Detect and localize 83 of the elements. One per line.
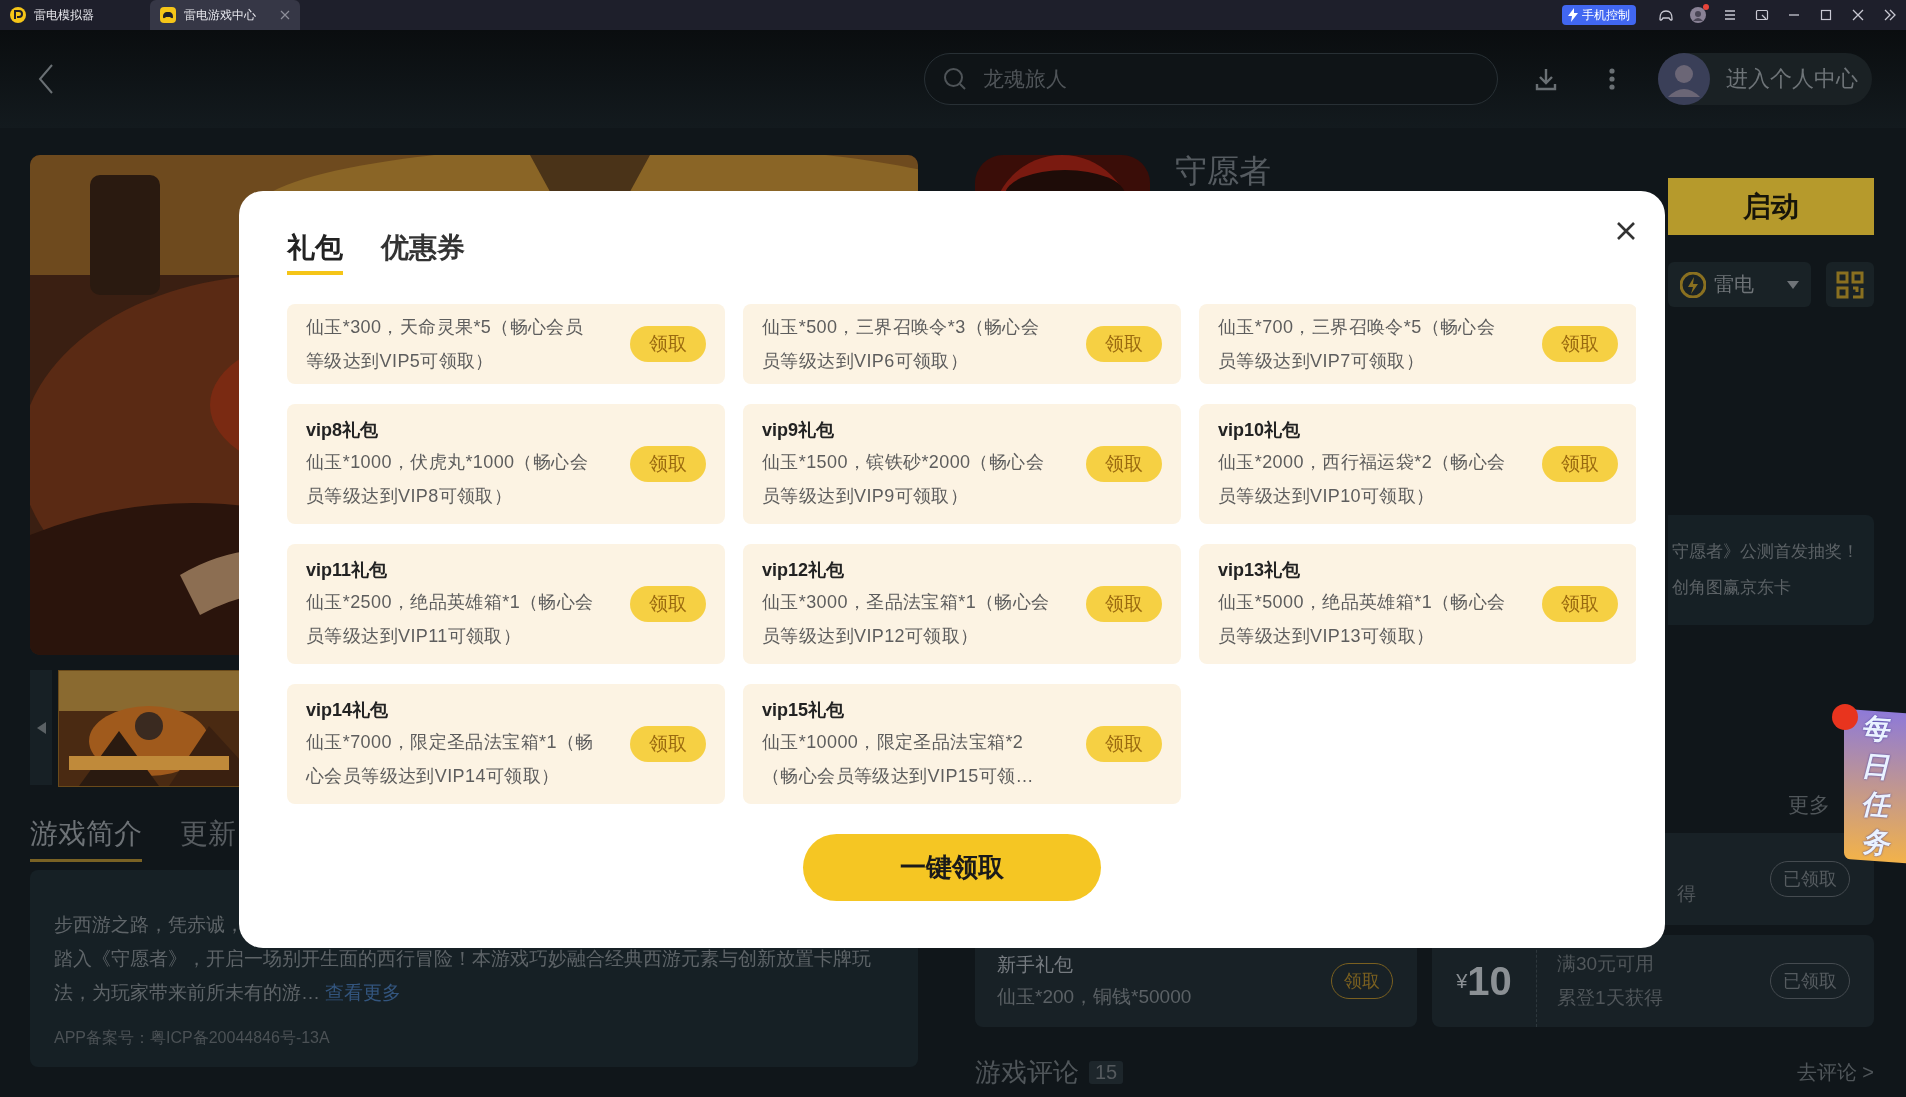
gift-title: vip11礼包 bbox=[306, 559, 389, 582]
maximize-icon[interactable] bbox=[1818, 7, 1834, 23]
gift-title: vip8礼包 bbox=[306, 419, 380, 442]
menu-icon[interactable] bbox=[1722, 7, 1738, 23]
coupon-text: 累登1天获得 bbox=[1557, 986, 1664, 1010]
write-review-link[interactable]: 去评论 > bbox=[1796, 1059, 1874, 1086]
coupon-amount: 10 bbox=[1467, 958, 1512, 1004]
gift-description: 仙玉*2000，西行福运袋*2（畅心会员等级达到VIP10可领取） bbox=[1218, 451, 1507, 508]
gift-description: 仙玉*200，铜钱*50000 bbox=[997, 985, 1193, 1009]
claim-button[interactable]: 领取 bbox=[1086, 586, 1162, 622]
see-more-link[interactable]: 查看更多 bbox=[325, 982, 402, 1003]
gift-description: 仙玉*700，三界召唤令*5（畅心会员等级达到VIP7可领取） bbox=[1218, 316, 1497, 373]
gift-description: 仙玉*2500，绝品英雄箱*1（畅心会员等级达到VIP11可领取） bbox=[306, 591, 595, 648]
gift-description: 仙玉*3000，圣品法宝箱*1（畅心会员等级达到VIP12可领取） bbox=[762, 591, 1051, 648]
claim-button[interactable]: 领取 bbox=[630, 446, 706, 482]
gift-title: 新手礼包 bbox=[997, 953, 1074, 977]
tab[interactable]: 雷电模拟器 bbox=[0, 0, 150, 30]
gift-title: vip15礼包 bbox=[762, 699, 846, 722]
more-link[interactable]: 更多 bbox=[1788, 791, 1830, 819]
claim-button[interactable]: 领取 bbox=[630, 586, 706, 622]
window-icon[interactable] bbox=[1754, 7, 1770, 23]
gift-description: 仙玉*7000，限定圣品法宝箱*1（畅心会员等级达到VIP14可领取） bbox=[306, 731, 595, 788]
news-text: 创角图赢京东卡 bbox=[1672, 577, 1792, 599]
phone-control-button[interactable]: 手机控制 bbox=[1562, 5, 1636, 25]
close-icon[interactable] bbox=[1616, 221, 1636, 241]
gift-description: 仙玉*1500，镔铁砂*2000（畅心会员等级达到VIP9可领取） bbox=[762, 451, 1046, 508]
logo-icon bbox=[1680, 271, 1706, 298]
claim-button[interactable]: 领取 bbox=[630, 726, 706, 762]
account-dropdown[interactable]: 雷电 bbox=[1668, 262, 1811, 307]
caret-icon bbox=[1787, 280, 1799, 289]
claim-button[interactable]: 领取 bbox=[630, 326, 706, 362]
logo-icon bbox=[10, 7, 26, 23]
gift-title: vip14礼包 bbox=[306, 699, 390, 722]
qr-code-icon bbox=[1836, 270, 1864, 299]
double-chevron-icon[interactable] bbox=[1882, 7, 1898, 23]
claim-button[interactable]: 领取 bbox=[1542, 446, 1618, 482]
gamepad-icon bbox=[160, 7, 176, 23]
search-icon bbox=[943, 67, 967, 91]
modal-tab[interactable]: 礼包 bbox=[287, 191, 343, 275]
download-icon[interactable] bbox=[1534, 67, 1558, 91]
avatar-icon[interactable] bbox=[1690, 7, 1706, 23]
search-field[interactable]: 龙魂旅人 bbox=[981, 66, 1479, 92]
claim-button[interactable]: 领取 bbox=[1086, 326, 1162, 362]
gift-title: vip12礼包 bbox=[762, 559, 846, 582]
detail-tab[interactable]: 更新 bbox=[180, 815, 236, 862]
avatar-icon bbox=[1658, 53, 1710, 105]
claim-button[interactable]: 领取 bbox=[1086, 446, 1162, 482]
gift-description: 仙玉*5000，绝品英雄箱*1（畅心会员等级达到VIP13可领取） bbox=[1218, 591, 1507, 648]
coupon-condition: 满30元可用 bbox=[1557, 952, 1656, 976]
launch-button[interactable]: 启动 bbox=[1668, 178, 1874, 235]
gift-description: 仙玉*1000，伏虎丸*1000（畅心会员等级达到VIP8可领取） bbox=[306, 451, 590, 508]
section-title: 游戏评论 bbox=[975, 1056, 1079, 1089]
claim-button[interactable]: 领取 bbox=[1542, 326, 1618, 362]
modal-tab[interactable]: 优惠券 bbox=[381, 191, 465, 275]
intro-text: 步西游之路，凭赤诚， bbox=[54, 913, 245, 937]
gift-title: vip13礼包 bbox=[1218, 559, 1302, 582]
review-count: 15 bbox=[1089, 1061, 1124, 1084]
qr-code-button[interactable] bbox=[1826, 262, 1874, 307]
game-title: 守愿者 bbox=[1175, 155, 1272, 187]
lightning-icon bbox=[1568, 8, 1578, 22]
gamepad-icon[interactable] bbox=[1658, 8, 1674, 22]
claim-all-button[interactable]: 一键领取 bbox=[803, 834, 1101, 901]
search-bar[interactable]: 龙魂旅人 bbox=[924, 53, 1498, 105]
left-triangle-icon bbox=[36, 721, 46, 734]
coupon-text: 得 bbox=[1677, 882, 1696, 906]
news-text: 守愿者》公测首发抽奖！ bbox=[1672, 541, 1859, 563]
back-icon[interactable] bbox=[38, 64, 54, 94]
daily-task-badge[interactable]: 每日任务 bbox=[1844, 708, 1906, 864]
profile-button[interactable]: 进入个人中心 bbox=[1658, 53, 1872, 105]
claim-button[interactable]: 领取 bbox=[1542, 586, 1618, 622]
tab[interactable]: 雷电游戏中心 bbox=[150, 0, 300, 30]
more-icon[interactable] bbox=[1608, 67, 1616, 91]
detail-tab[interactable]: 游戏简介 bbox=[30, 815, 142, 862]
gift-description: 仙玉*10000，限定圣品法宝箱*2（畅心会员等级达到VIP15可领… bbox=[762, 731, 1035, 788]
gift-title: vip10礼包 bbox=[1218, 419, 1302, 442]
claim-button[interactable]: 领取 bbox=[1086, 726, 1162, 762]
gift-description: 仙玉*500，三界召唤令*3（畅心会员等级达到VIP6可领取） bbox=[762, 316, 1041, 373]
currency-symbol: ¥ bbox=[1456, 969, 1468, 992]
close-icon[interactable] bbox=[1850, 7, 1866, 23]
news-card[interactable]: 守愿者》公测首发抽奖！ 创角图赢京东卡 bbox=[1668, 515, 1874, 625]
gift-title: vip9礼包 bbox=[762, 419, 836, 442]
gift-description: 仙玉*300，天命灵果*5（畅心会员等级达到VIP5可领取） bbox=[306, 316, 585, 373]
daily-task-label: 每日任务 bbox=[1861, 711, 1889, 861]
